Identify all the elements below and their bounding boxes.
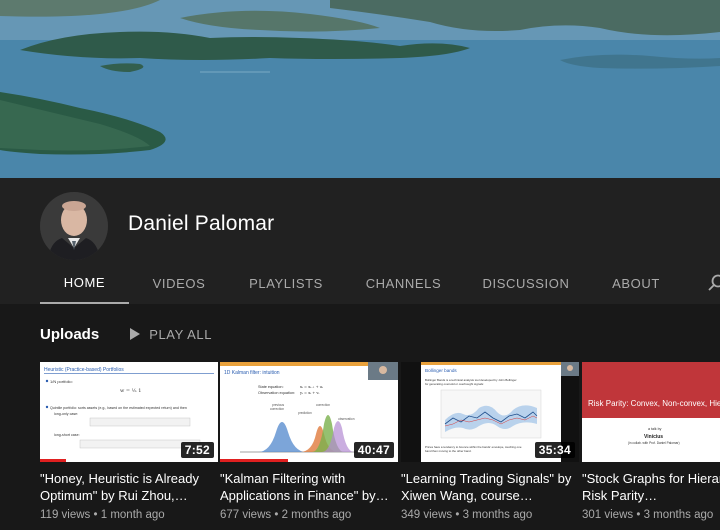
thumb-slide-line: correction (316, 403, 330, 407)
thumb-slide-line: observation (338, 417, 355, 421)
channel-banner (0, 0, 720, 178)
search-channel-button[interactable] (708, 272, 720, 292)
video-age: 2 months ago (281, 509, 352, 521)
thumb-slide-line: a talk by (648, 427, 662, 431)
video-age: 3 months ago (643, 509, 714, 521)
thumb-slide-title: 1D Kalman filter: intuition (224, 370, 280, 376)
video-title[interactable]: "Learning Trading Signals" by Xiwen Wang… (401, 470, 579, 504)
thumb-slide-title: Bollinger bands (425, 368, 457, 373)
video-meta: 301 views • 3 months ago (582, 509, 720, 521)
video-thumbnail[interactable]: 1D Kalman filter: intuition State equati… (220, 362, 398, 462)
thumb-slide-line: Vinícius (644, 434, 663, 440)
meta-separator: • (455, 509, 463, 521)
video-duration: 35:34 (534, 442, 575, 458)
watch-progress-bar (40, 459, 66, 462)
video-views: 301 views (582, 509, 634, 521)
section-title[interactable]: Uploads (40, 326, 99, 343)
thumb-slide-line: Quintile portfolio: sorts assets (e.g., … (50, 406, 187, 410)
meta-separator: • (636, 509, 644, 521)
watch-progress-bar (220, 459, 288, 462)
video-age: 3 months ago (462, 509, 533, 521)
video-views: 119 views (40, 509, 91, 521)
channel-name: Daniel Palomar (128, 212, 275, 235)
video-age: 1 month ago (100, 509, 165, 521)
video-card[interactable]: Heuristic (Practice-based) Portfolios 1/… (40, 362, 218, 521)
channel-avatar[interactable] (40, 192, 108, 260)
video-thumbnail[interactable]: Risk Parity: Convex, Non-convex, Hierarc… (582, 362, 720, 462)
svg-text:xₜ = xₜ₋₁ + uₜ: xₜ = xₜ₋₁ + uₜ (300, 385, 323, 389)
video-views: 349 views (401, 509, 453, 521)
slide-thumbnail-image: Risk Parity: Convex, Non-convex, Hierarc… (582, 362, 720, 462)
video-title[interactable]: "Stock Graphs for Hierarchical Risk Pari… (582, 470, 720, 504)
svg-text:yₜ = xₜ + vₜ: yₜ = xₜ + vₜ (299, 391, 319, 395)
thumb-slide-line: Observation equation: (258, 391, 295, 395)
tab-home[interactable]: HOME (40, 262, 129, 304)
meta-separator: • (274, 509, 282, 521)
channel-tabs: HOME VIDEOS PLAYLISTS CHANNELS DISCUSSIO… (40, 262, 684, 304)
thumb-slide-line: for generating oversold or overbought si… (425, 382, 484, 386)
tab-about[interactable]: ABOUT (588, 262, 684, 304)
video-views: 677 views (220, 509, 272, 521)
video-duration: 40:47 (353, 442, 394, 458)
tab-channels[interactable]: CHANNELS (343, 262, 464, 304)
thumb-slide-line: long-only case: (54, 412, 78, 416)
svg-text:w = ⅟ₙ 1: w = ⅟ₙ 1 (120, 388, 141, 394)
play-icon (130, 328, 141, 340)
video-thumbnail[interactable]: Heuristic (Practice-based) Portfolios 1/… (40, 362, 218, 462)
video-card[interactable]: Bollinger bands Bollinger Bands is a tec… (401, 362, 579, 521)
video-meta: 677 views • 2 months ago (220, 509, 398, 521)
thumb-slide-line: State equation: (258, 385, 284, 389)
play-all-label: PLAY ALL (149, 326, 213, 342)
thumb-slide-line: (in collab. with Prof. Daniel Palomar) (628, 441, 680, 445)
video-meta: 349 views • 3 months ago (401, 509, 579, 521)
meta-separator: • (93, 509, 101, 521)
search-icon (708, 274, 720, 291)
thumb-slide-line: 1/N portfolio: (50, 379, 73, 384)
video-title[interactable]: "Honey, Heuristic is Already Optimum" by… (40, 470, 218, 504)
thumb-slide-line: correction (270, 407, 284, 411)
thumb-slide-line: band then moving to the other band. (425, 449, 472, 453)
thumb-slide-line: prediction (298, 411, 312, 415)
banner-landscape-image (0, 0, 720, 178)
video-meta: 119 views • 1 month ago (40, 509, 218, 521)
video-card[interactable]: Risk Parity: Convex, Non-convex, Hierarc… (582, 362, 720, 521)
video-duration: 7:52 (180, 442, 214, 458)
uploads-section-header: Uploads PLAY ALL (40, 322, 212, 346)
video-card[interactable]: 1D Kalman filter: intuition State equati… (220, 362, 398, 521)
tab-videos[interactable]: VIDEOS (129, 262, 229, 304)
avatar-portrait-image (40, 192, 108, 260)
tab-playlists[interactable]: PLAYLISTS (229, 262, 343, 304)
video-title[interactable]: "Kalman Filtering with Applications in F… (220, 470, 398, 504)
play-all-button[interactable]: PLAY ALL (129, 327, 212, 342)
thumb-slide-title: Risk Parity: Convex, Non-convex, Hierarc… (588, 399, 720, 408)
tab-discussion[interactable]: DISCUSSION (464, 262, 588, 304)
video-thumbnail[interactable]: Bollinger bands Bollinger Bands is a tec… (401, 362, 579, 462)
thumb-slide-title: Heuristic (Practice-based) Portfolios (44, 367, 124, 373)
thumb-slide-line: long-short case: (54, 433, 80, 437)
